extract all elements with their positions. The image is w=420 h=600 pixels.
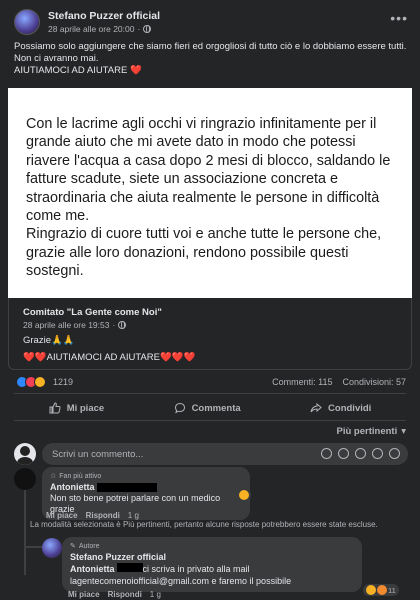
post-timestamp[interactable]: 28 aprile alle ore 20:00: [48, 24, 134, 34]
comment-time[interactable]: 1 g: [128, 511, 139, 520]
shared-post-line: Grazie🙏🙏: [23, 335, 75, 346]
shared-post-author[interactable]: Comitato "La Gente come Noi": [23, 307, 162, 318]
reaction-count: 1219: [53, 377, 74, 387]
reply-reaction-badge[interactable]: 11: [363, 584, 399, 596]
divider: [14, 393, 406, 394]
comment-sort-dropdown[interactable]: Più pertinenti ▾: [337, 426, 406, 437]
share-label: Condividi: [328, 402, 372, 414]
post-text-line: Possiamo solo aggiungere che siamo fieri…: [14, 41, 407, 52]
like-label: Mi piace: [66, 402, 105, 414]
comment-input-tools: [321, 448, 400, 459]
post-author[interactable]: Stefano Puzzer official: [48, 10, 160, 22]
comment-reaction-badge[interactable]: [238, 489, 251, 501]
badge-label: Fan più attivo: [59, 472, 102, 480]
reactions-summary[interactable]: 1219: [16, 375, 73, 389]
comment-input[interactable]: Scrivi un commento...: [42, 443, 408, 465]
comment-button[interactable]: Commenta: [174, 402, 241, 414]
shared-post-timestamp[interactable]: 28 aprile alle ore 19:53: [23, 320, 109, 330]
shared-post-meta: 28 aprile alle ore 19:53 ·: [23, 320, 127, 330]
like-button[interactable]: Mi piace: [49, 402, 105, 414]
reply-reply-button[interactable]: Rispondi: [108, 590, 142, 599]
comment-icon: [174, 402, 185, 414]
post-card: Stefano Puzzer official 28 aprile alle o…: [0, 0, 420, 600]
reply-mention[interactable]: Antonietta: [70, 564, 115, 574]
more-options-icon[interactable]: •••: [390, 10, 408, 26]
redaction: [96, 482, 157, 492]
reply-text-part: ci scriva in privato alla mail: [142, 564, 250, 574]
post-meta: 28 aprile alle ore 20:00 ·: [48, 24, 160, 34]
globe-icon: [143, 25, 152, 33]
caret-down-icon: ▾: [401, 426, 406, 437]
sad-reaction-icon: [377, 585, 387, 595]
reply-actions: Mi piace Rispondi 1 g: [68, 590, 161, 599]
reply-author[interactable]: Stefano Puzzer official: [70, 552, 354, 562]
author-avatar[interactable]: [14, 9, 40, 35]
reply-like-button[interactable]: Mi piace: [68, 590, 100, 599]
reply-time[interactable]: 1 g: [150, 590, 161, 599]
thread-line: [24, 490, 26, 575]
camera-icon[interactable]: [355, 448, 366, 459]
comment-author[interactable]: Antonietta: [50, 482, 242, 492]
shared-post-line: ❤️❤️AIUTIAMOCI AD AIUTARE❤️❤️❤️: [23, 352, 196, 363]
commenter-avatar[interactable]: [14, 468, 36, 490]
shared-post[interactable]: Comitato "La Gente come Noi" 28 aprile a…: [8, 298, 412, 370]
reply-text-line: lagentecomenoiofficial@gmail.com e farem…: [70, 576, 292, 586]
top-fan-icon: ☆: [50, 473, 57, 480]
comment-input-placeholder: Scrivi un commento...: [52, 448, 144, 460]
action-bar: Mi piace Commenta Condividi: [14, 396, 406, 420]
badge-label: Autore: [78, 542, 100, 550]
divider: [14, 420, 406, 421]
comment-author-name: Antonietta: [50, 482, 95, 492]
post-header: Stefano Puzzer official 28 aprile alle o…: [14, 6, 160, 38]
pencil-icon: ✎: [70, 543, 76, 550]
current-user-avatar[interactable]: [14, 443, 36, 465]
post-counts: Commenti: 115 Condivisioni: 57: [272, 377, 406, 387]
reply-reaction-count: 11: [388, 585, 396, 595]
comments-count[interactable]: Commenti: 115: [272, 377, 332, 387]
shares-count[interactable]: Condivisioni: 57: [342, 377, 406, 387]
redaction: [116, 563, 143, 572]
emoji-icon[interactable]: [338, 448, 349, 459]
author-badge: ✎ Autore: [70, 542, 354, 551]
sticker-pack-icon[interactable]: [389, 448, 400, 459]
top-fan-badge: ☆ Fan più attivo: [50, 472, 242, 481]
care-reaction-icon: [34, 376, 46, 388]
comment-reply-button[interactable]: Rispondi: [86, 511, 120, 520]
share-icon: [310, 402, 322, 413]
filter-notice: La modalità selezionata è Più pertinenti…: [30, 520, 378, 529]
post-text: Possiamo solo aggiungere che siamo fieri…: [14, 41, 409, 77]
share-button[interactable]: Condividi: [310, 402, 371, 414]
image-text: Con le lacrime agli occhi vi ringrazio i…: [26, 116, 391, 280]
comment-actions: Mi piace Rispondi 1 g: [46, 511, 139, 520]
post-text-line: AIUTIAMOCI AD AIUTARE ❤️: [14, 65, 142, 76]
comment-label: Commenta: [191, 402, 241, 414]
comment-like-button[interactable]: Mi piace: [46, 511, 78, 520]
reply-text: Antonietta ci scriva in privato alla mail: [70, 563, 354, 575]
shared-image[interactable]: Con le lacrime agli occhi vi ringrazio i…: [8, 88, 412, 298]
wow-reaction-icon: [239, 490, 249, 500]
sort-label: Più pertinenti: [336, 426, 398, 437]
globe-icon: [118, 321, 127, 329]
post-text-line: Non ci avranno mai.: [14, 53, 99, 64]
thread-line: [24, 546, 42, 548]
reply-bubble: ✎ Autore Stefano Puzzer official Antonie…: [62, 537, 362, 592]
wow-reaction-icon: [366, 585, 376, 595]
thumbs-up-icon: [49, 402, 61, 414]
sticker-icon[interactable]: [321, 448, 332, 459]
gif-icon[interactable]: [372, 448, 383, 459]
author-reply-avatar[interactable]: [42, 538, 62, 558]
